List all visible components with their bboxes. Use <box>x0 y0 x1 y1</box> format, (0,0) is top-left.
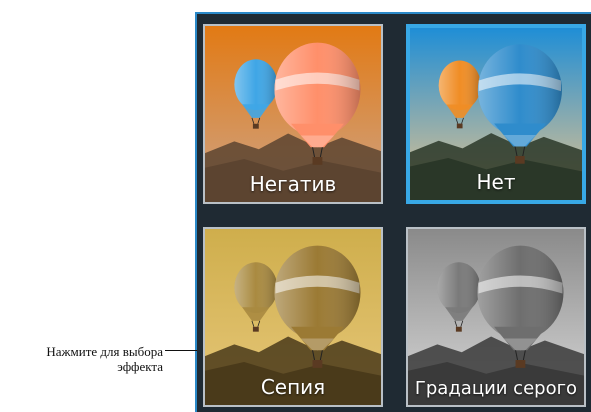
effect-tile-none[interactable]: Нет <box>406 24 586 204</box>
caption-line-1: Нажмите для выбора <box>46 344 163 359</box>
callout-leader-line <box>165 350 197 351</box>
effect-label: Нет <box>476 170 516 194</box>
callout-caption: Нажмите для выбора эффекта <box>0 344 163 374</box>
effect-label: Градации серого <box>414 378 578 399</box>
effect-tile-grayscale[interactable]: Градации серого <box>406 227 586 407</box>
effect-tile-sepia[interactable]: Сепия <box>203 227 383 407</box>
caption-line-2: эффекта <box>117 359 163 374</box>
effect-label: Сепия <box>260 375 326 399</box>
effect-label: Негатив <box>249 172 337 196</box>
effect-tile-negative[interactable]: Негатив <box>203 24 383 204</box>
